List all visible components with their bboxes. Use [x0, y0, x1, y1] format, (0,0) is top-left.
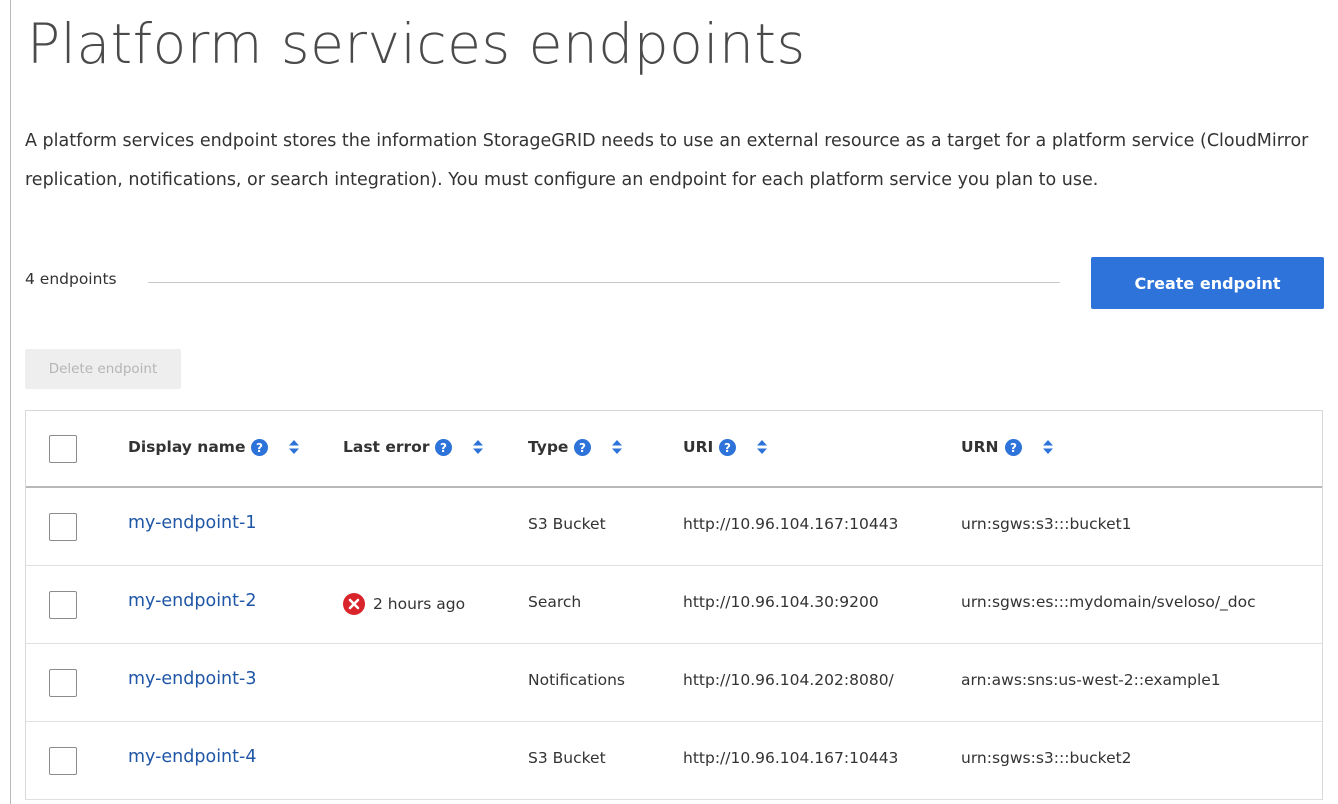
column-label-uri: URI	[683, 438, 714, 456]
sort-icon[interactable]	[756, 439, 768, 455]
endpoint-urn: arn:aws:sns:us-west-2::example1	[961, 671, 1221, 689]
help-icon[interactable]: ?	[719, 438, 737, 456]
svg-text:?: ?	[440, 441, 447, 455]
create-endpoint-button[interactable]: Create endpoint	[1091, 257, 1324, 309]
svg-text:?: ?	[724, 441, 731, 455]
column-header-uri[interactable]: URI ?	[683, 438, 768, 456]
page-description: A platform services endpoint stores the …	[25, 131, 1309, 190]
endpoint-name-link[interactable]: my-endpoint-3	[128, 669, 256, 689]
endpoint-count: 4 endpoints	[25, 270, 117, 288]
column-label-last-error: Last error	[343, 438, 430, 456]
svg-text:?: ?	[579, 441, 586, 455]
help-icon[interactable]: ?	[251, 438, 269, 456]
column-header-last-error[interactable]: Last error ?	[343, 438, 484, 456]
row-checkbox[interactable]	[49, 591, 77, 619]
column-header-display-name[interactable]: Display name ?	[128, 438, 300, 456]
column-header-urn[interactable]: URN ?	[961, 438, 1054, 456]
row-checkbox[interactable]	[49, 747, 77, 775]
help-icon[interactable]: ?	[574, 438, 592, 456]
sort-icon[interactable]	[472, 439, 484, 455]
row-checkbox[interactable]	[49, 669, 77, 697]
table-row: my-endpoint-2 2 hours ago Search http://…	[26, 566, 1322, 644]
column-label-urn: URN	[961, 438, 999, 456]
column-label-display-name: Display name	[128, 438, 246, 456]
sort-icon[interactable]	[288, 439, 300, 455]
endpoint-uri: http://10.96.104.30:9200	[683, 593, 879, 611]
endpoint-name-link[interactable]: my-endpoint-4	[128, 747, 256, 767]
endpoints-table: Display name ? Last error ? Type ? URI ?…	[25, 410, 1323, 800]
delete-endpoint-button[interactable]: Delete endpoint	[25, 349, 181, 389]
endpoint-name-link[interactable]: my-endpoint-1	[128, 513, 256, 533]
endpoint-urn: urn:sgws:es:::mydomain/sveloso/_doc	[961, 593, 1256, 611]
sort-icon[interactable]	[1042, 439, 1054, 455]
svg-text:?: ?	[1010, 441, 1017, 455]
table-header: Display name ? Last error ? Type ? URI ?…	[26, 411, 1322, 488]
endpoint-type: S3 Bucket	[528, 515, 606, 533]
endpoint-type: Search	[528, 593, 582, 611]
endpoint-uri: http://10.96.104.167:10443	[683, 749, 899, 767]
select-all-checkbox[interactable]	[49, 435, 77, 463]
count-divider	[148, 282, 1060, 283]
column-header-type[interactable]: Type ?	[528, 438, 623, 456]
table-row: my-endpoint-1 S3 Bucket http://10.96.104…	[26, 488, 1322, 566]
endpoint-name-link[interactable]: my-endpoint-2	[128, 591, 256, 611]
row-checkbox[interactable]	[49, 513, 77, 541]
endpoint-type: Notifications	[528, 671, 626, 689]
endpoint-uri: http://10.96.104.202:8080/	[683, 671, 894, 689]
endpoint-type: S3 Bucket	[528, 749, 606, 767]
endpoint-urn: urn:sgws:s3:::bucket1	[961, 515, 1132, 533]
table-row: my-endpoint-3 Notifications http://10.96…	[26, 644, 1322, 722]
endpoint-urn: urn:sgws:s3:::bucket2	[961, 749, 1132, 767]
last-error-text: 2 hours ago	[373, 595, 466, 613]
error-icon	[343, 593, 365, 615]
column-label-type: Type	[528, 438, 569, 456]
endpoint-uri: http://10.96.104.167:10443	[683, 515, 899, 533]
page-title: Platform services endpoints	[27, 12, 806, 76]
svg-text:?: ?	[256, 441, 263, 455]
sort-icon[interactable]	[611, 439, 623, 455]
help-icon[interactable]: ?	[435, 438, 453, 456]
help-icon[interactable]: ?	[1004, 438, 1022, 456]
last-error-cell: 2 hours ago	[343, 593, 465, 615]
table-row: my-endpoint-4 S3 Bucket http://10.96.104…	[26, 722, 1322, 800]
